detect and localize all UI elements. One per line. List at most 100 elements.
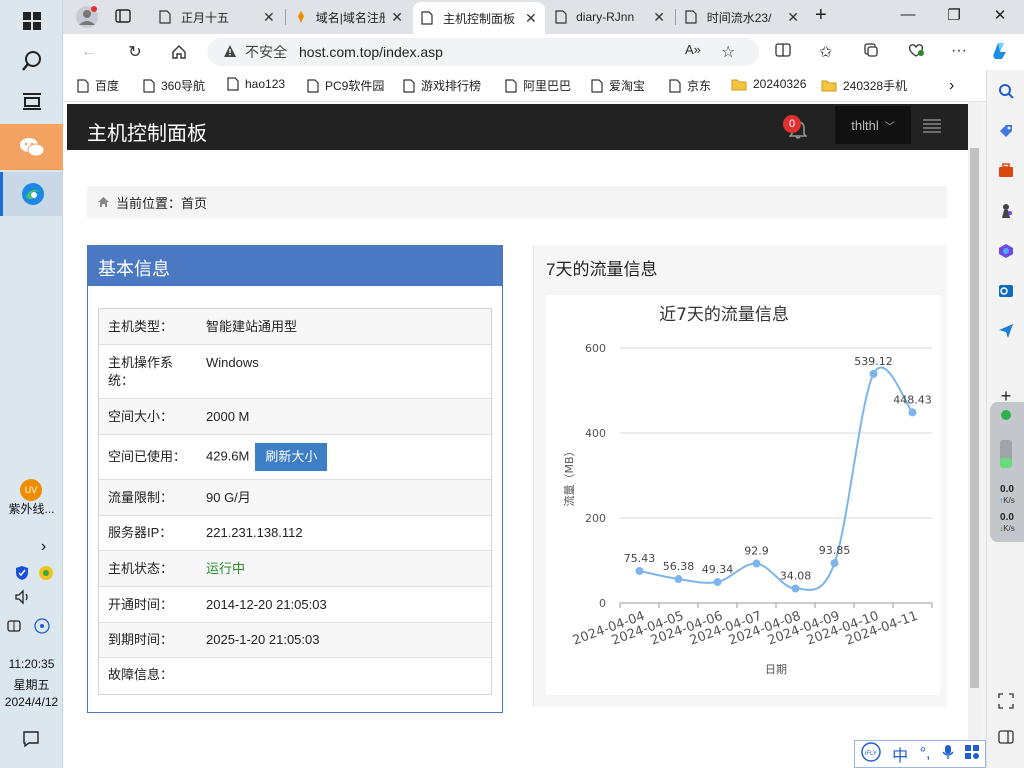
tab-2[interactable]: 主机控制面板 ✕ <box>413 2 545 34</box>
bookmark-folder[interactable]: 20240326 <box>731 77 806 91</box>
breadcrumb-current[interactable]: 首页 <box>181 193 207 212</box>
favorite-star-icon[interactable]: ☆ <box>721 42 735 62</box>
volume-icon[interactable] <box>14 589 32 608</box>
bookmark-folder[interactable]: 240328手机 <box>821 77 907 94</box>
data-point <box>830 559 839 568</box>
bookmark-item[interactable]: hao123 <box>227 77 285 91</box>
clock-time[interactable]: 11:20:35 <box>0 657 63 671</box>
send-icon[interactable] <box>995 320 1017 342</box>
info-key: 开通时间： <box>98 586 196 623</box>
notification-center-icon[interactable] <box>22 730 40 751</box>
notification-badge[interactable]: 0 <box>783 115 801 133</box>
close-icon[interactable]: ✕ <box>391 9 403 26</box>
info-row-host-status: 主机状态： 运行中 <box>98 550 492 587</box>
ifly-tray-icon[interactable] <box>34 618 50 637</box>
favorites-icon[interactable]: ✩ <box>819 42 832 62</box>
task-view-button[interactable] <box>0 80 63 122</box>
clock-date[interactable]: 2024/4/12 <box>0 695 63 709</box>
page-content: 主机控制面板 0 thlthl ﹀ 当前位置： 首页 基本信息 主机类型： 智能… <box>63 102 968 768</box>
shopping-tag-icon[interactable] <box>995 120 1017 142</box>
basic-info-title: 基本信息 <box>88 246 502 286</box>
ime-chinese-mode[interactable]: 中 <box>892 742 908 766</box>
uv-app-label[interactable]: 紫外线... <box>0 500 63 517</box>
microphone-icon[interactable] <box>942 744 954 765</box>
search-button[interactable] <box>0 40 63 82</box>
close-icon[interactable]: ✕ <box>525 10 537 27</box>
bookmark-item[interactable]: 阿里巴巴 <box>505 77 571 94</box>
bookmark-item[interactable]: 京东 <box>669 77 711 94</box>
restore-icon[interactable]: ❐ <box>939 6 969 24</box>
info-value: 智能建站通用型 <box>196 308 492 345</box>
back-icon[interactable]: ← <box>77 40 101 64</box>
refresh-icon[interactable]: ↻ <box>123 40 147 64</box>
bookmark-label: hao123 <box>245 77 286 91</box>
minimize-icon[interactable]: — <box>893 6 923 23</box>
tab-1[interactable]: 域名|域名注册 ✕ <box>287 4 411 30</box>
tools-briefcase-icon[interactable] <box>995 160 1017 182</box>
bookmarks-overflow-icon[interactable]: › <box>949 77 954 95</box>
tab-actions-icon[interactable] <box>115 8 131 27</box>
security-tray-icon[interactable] <box>38 565 54 584</box>
data-point <box>752 559 761 568</box>
collections-icon[interactable] <box>863 42 879 63</box>
tab-0[interactable]: 正月十五 ✕ <box>151 4 283 30</box>
sidebar-search-icon[interactable] <box>995 80 1017 102</box>
network-speed-widget[interactable]: 0.0 ↑K/s 0.0 ↓K/s <box>990 402 1024 542</box>
url-text[interactable]: host.com.top/index.asp <box>299 44 443 60</box>
wechat-app-button[interactable] <box>0 124 63 170</box>
read-aloud-icon[interactable]: A» <box>685 42 701 57</box>
document-icon <box>555 10 568 24</box>
profile-avatar[interactable] <box>75 5 99 32</box>
outlook-icon[interactable] <box>995 280 1017 302</box>
tab-title: 时间流水23/ <box>706 10 772 25</box>
bookmark-item[interactable]: PC9软件园 <box>307 77 384 94</box>
bookmark-item[interactable]: 游戏排行榜 <box>403 77 481 94</box>
bookmark-item[interactable]: 360导航 <box>143 77 205 94</box>
close-icon[interactable]: ✕ <box>653 9 665 26</box>
bookmark-item[interactable]: 百度 <box>77 77 119 94</box>
folder-icon <box>731 78 747 91</box>
ifly-logo-icon[interactable]: iFLY <box>860 741 881 767</box>
folder-icon <box>821 79 837 92</box>
microsoft365-icon[interactable] <box>995 240 1017 262</box>
more-options-icon[interactable]: ··· <box>951 42 967 60</box>
wechat-icon <box>19 136 45 158</box>
network-tray-icon[interactable] <box>6 618 22 637</box>
home-icon[interactable] <box>167 40 191 64</box>
ime-apps-icon[interactable] <box>965 744 980 764</box>
games-chess-icon[interactable] <box>995 200 1017 222</box>
close-window-icon[interactable]: ✕ <box>985 6 1015 24</box>
split-screen-icon[interactable] <box>775 42 791 63</box>
clock-weekday[interactable]: 星期五 <box>0 676 63 693</box>
screenshot-icon[interactable] <box>995 690 1017 712</box>
scrollbar-thumb[interactable] <box>970 148 979 688</box>
insecure-label[interactable]: 不安全 <box>245 42 287 62</box>
new-tab-button[interactable]: + <box>815 4 827 27</box>
status-dot-icon <box>1001 410 1011 420</box>
info-value: 429.6M 刷新大小 <box>196 434 492 480</box>
brand-title[interactable]: 主机控制面板 <box>87 117 207 146</box>
copilot-icon[interactable] <box>989 40 1011 67</box>
info-value: 2014-12-20 21:05:03 <box>196 586 492 623</box>
url-field[interactable]: 不安全 host.com.top/index.asp <box>207 38 759 66</box>
vertical-scrollbar[interactable] <box>968 102 981 768</box>
performance-icon[interactable] <box>907 42 925 63</box>
edge-app-button[interactable] <box>0 172 63 216</box>
tab-3[interactable]: diary-RJnn ✕ <box>547 4 673 30</box>
user-menu[interactable]: thlthl ﹀ <box>835 106 911 144</box>
data-point <box>674 575 683 584</box>
start-button[interactable] <box>0 0 63 42</box>
upload-speed: 0.0 <box>1000 484 1014 495</box>
refresh-size-button[interactable]: 刷新大小 <box>255 443 328 471</box>
hamburger-menu-icon[interactable] <box>923 118 943 137</box>
uv-app-icon[interactable]: UV <box>20 479 42 501</box>
bookmark-label: 阿里巴巴 <box>523 79 572 93</box>
bookmark-item[interactable]: 爱淘宝 <box>591 77 645 94</box>
info-value <box>196 657 492 693</box>
tab-4[interactable]: 时间流水23/ ✕ <box>677 4 807 30</box>
ime-punctuation-icon[interactable]: °, <box>920 745 931 763</box>
close-icon[interactable]: ✕ <box>263 9 275 26</box>
sidebar-settings-icon[interactable] <box>995 726 1017 748</box>
close-icon[interactable]: ✕ <box>787 9 799 26</box>
shield-tray-icon[interactable] <box>14 565 30 584</box>
